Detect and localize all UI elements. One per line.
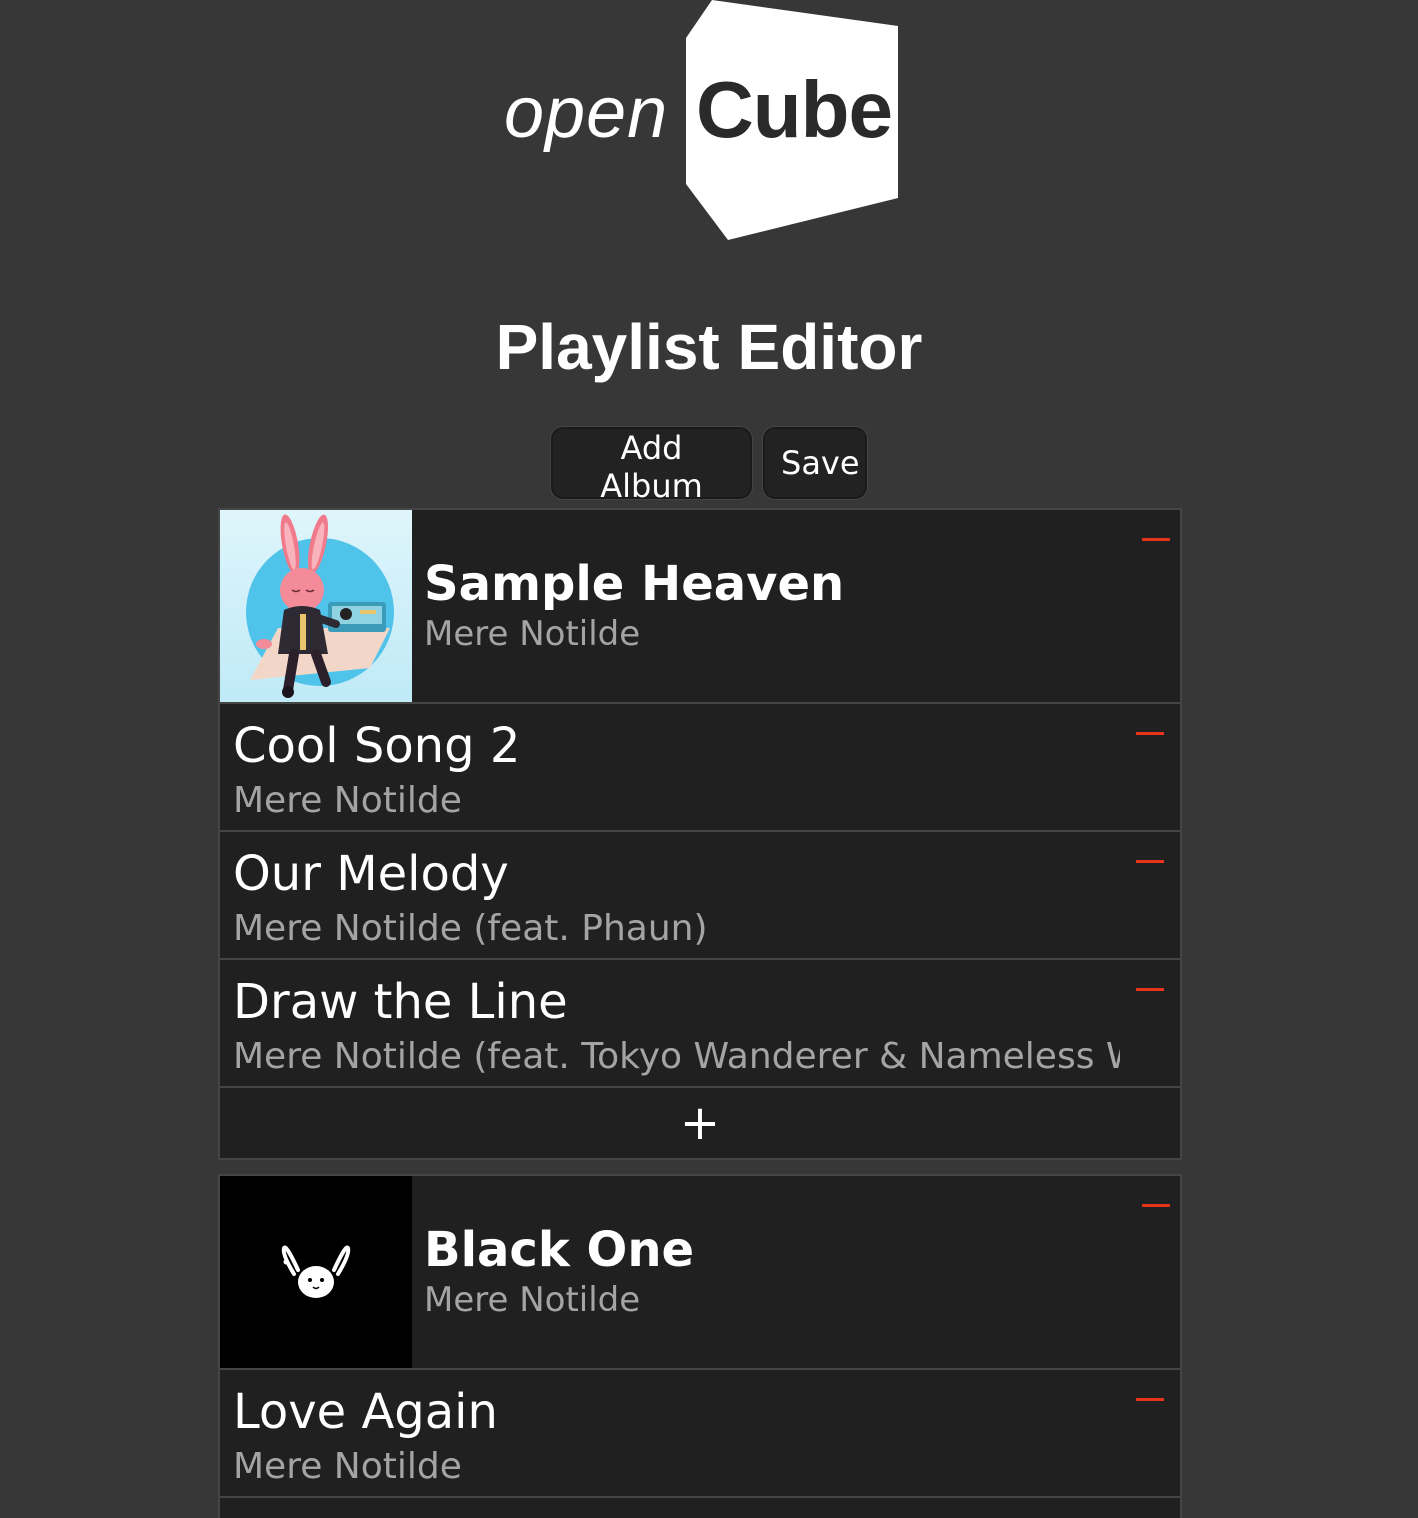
remove-album-icon[interactable] [1142, 538, 1170, 541]
track-artist: Mere Notilde [233, 1446, 462, 1487]
toolbar: Add Album Save [0, 426, 1418, 505]
album-info: Sample Heaven Mere Notilde [412, 510, 844, 702]
save-button[interactable]: Save [762, 426, 868, 500]
album-cover [220, 1176, 412, 1368]
track-title: Our Melody [233, 846, 509, 902]
opencube-logo: open Cube [500, 0, 910, 245]
add-album-button[interactable]: Add Album [550, 426, 753, 505]
remove-track-icon[interactable] [1136, 732, 1164, 735]
album-header: Black One Mere Notilde [220, 1176, 1180, 1370]
add-track-button[interactable]: + [220, 1088, 1180, 1158]
logo-word-open: open [504, 73, 669, 153]
album-artist: Mere Notilde [424, 614, 641, 654]
album-artist: Mere Notilde [424, 1280, 641, 1320]
track-title: Love Again [233, 1384, 498, 1440]
track-title: Draw the Line [233, 974, 568, 1030]
bunny-girl-cover-icon [220, 510, 412, 702]
album-title: Black One [424, 1222, 695, 1278]
remove-album-icon[interactable] [1142, 1204, 1170, 1207]
logo-word-cube: Cube [696, 65, 893, 154]
track-row[interactable]: Our Melody Mere Notilde (feat. Phaun) [220, 832, 1180, 960]
track-artist: Mere Notilde (feat. Tokyo Wanderer & Nam… [233, 1036, 1120, 1077]
track-title: Cool Song 2 [233, 718, 521, 774]
white-bunny-head-icon [281, 1245, 351, 1298]
remove-track-icon[interactable] [1136, 860, 1164, 863]
track-row[interactable]: Love Again Mere Notilde [220, 1370, 1180, 1498]
track-row[interactable]: Draw the Line Mere Notilde (feat. Tokyo … [220, 960, 1180, 1088]
album-header: Sample Heaven Mere Notilde [220, 510, 1180, 704]
album-card: Sample Heaven Mere Notilde Cool Song 2 M… [218, 508, 1182, 1160]
album-title: Sample Heaven [424, 556, 845, 612]
track-artist: Mere Notilde [233, 780, 462, 821]
track-row[interactable]: Cool Song 2 Mere Notilde [220, 704, 1180, 832]
page-title: Playlist Editor [495, 311, 923, 383]
album-cover [220, 510, 412, 702]
album-card: Black One Mere Notilde Love Again Mere N… [218, 1174, 1182, 1518]
remove-track-icon[interactable] [1136, 1398, 1164, 1401]
remove-track-icon[interactable] [1136, 988, 1164, 991]
album-info: Black One Mere Notilde [412, 1176, 694, 1368]
track-artist: Mere Notilde (feat. Phaun) [233, 908, 708, 949]
playlist-editor-page: open Cube Playlist Editor Add Album Save [0, 0, 1418, 1518]
